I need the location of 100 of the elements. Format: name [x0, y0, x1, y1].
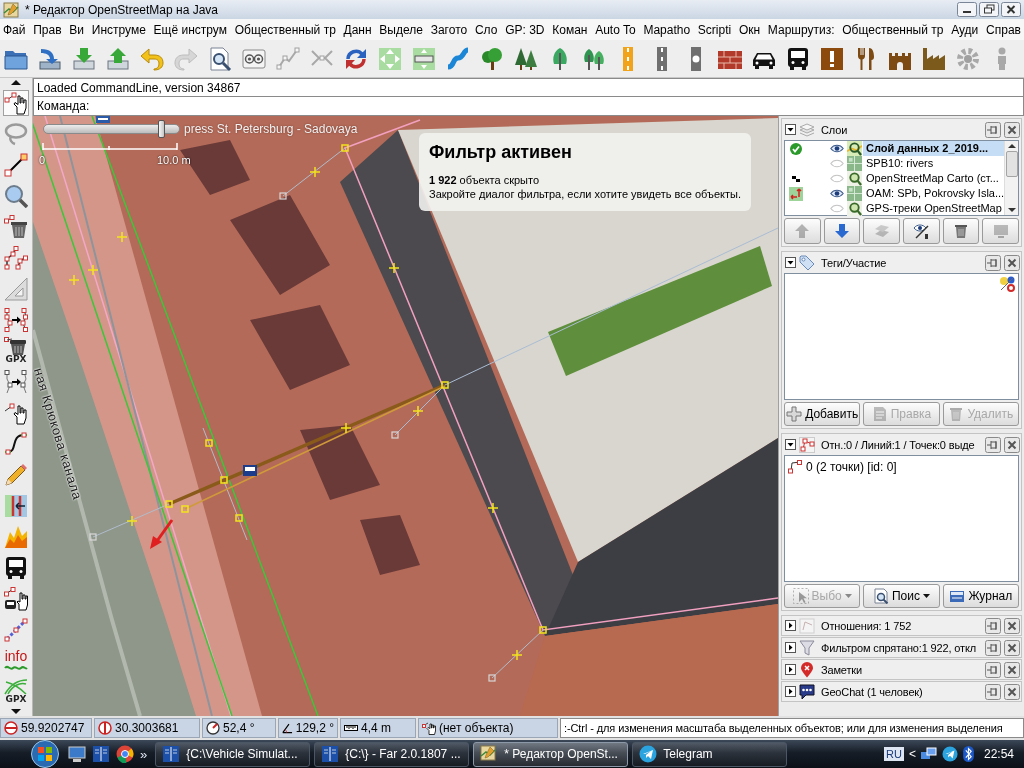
menu-item[interactable]: Коман	[552, 22, 588, 37]
taskbar-button[interactable]: {C:\Vehicle Simulat...	[155, 741, 311, 767]
scrollbar[interactable]	[1004, 141, 1018, 215]
pin-icon[interactable]	[985, 617, 1001, 634]
magnifier-icon[interactable]	[4, 183, 28, 208]
curve-icon[interactable]	[4, 431, 28, 456]
panel-button[interactable]: Поис	[863, 584, 940, 608]
hand-nodes-icon[interactable]	[4, 90, 28, 115]
menu-item[interactable]: Выделе	[379, 22, 423, 37]
restore-icon[interactable]	[979, 2, 999, 17]
menu-item[interactable]: Mapatho	[643, 22, 691, 37]
river-icon[interactable]	[446, 46, 470, 71]
align-icon[interactable]	[4, 493, 28, 518]
exclamation-icon[interactable]	[820, 46, 844, 71]
menu-item[interactable]: Справ	[986, 22, 1021, 37]
mountain-chart-icon[interactable]	[4, 524, 28, 549]
slider-thumb[interactable]	[158, 120, 166, 138]
shapes-icon[interactable]	[999, 276, 1015, 292]
nodes-arrow-icon[interactable]	[4, 369, 28, 394]
trash-icon[interactable]	[4, 214, 28, 239]
menu-item[interactable]: GP: 3D	[505, 22, 545, 37]
tile-bar-icon[interactable]	[412, 46, 436, 71]
taskbar-button[interactable]: Telegram	[632, 741, 788, 767]
selection-item[interactable]: 0 (2 точки) [id: 0]	[806, 460, 897, 474]
paper-plane-icon[interactable]	[941, 746, 958, 762]
bus-icon[interactable]	[786, 46, 810, 71]
upload-icon[interactable]	[106, 46, 130, 71]
menu-item[interactable]: Общественный тр	[234, 22, 336, 37]
dashed-line-icon[interactable]	[4, 617, 28, 642]
close-icon[interactable]	[1004, 436, 1020, 453]
layer-name[interactable]: SPB10: rivers	[863, 156, 1005, 171]
eye-icon[interactable]	[830, 144, 844, 153]
layer-button[interactable]	[903, 218, 940, 244]
node-line-icon[interactable]	[4, 152, 28, 177]
pin-icon[interactable]	[985, 121, 1001, 138]
pin-icon[interactable]	[985, 436, 1001, 453]
triangle-ruler-icon[interactable]	[4, 276, 28, 301]
menu-item[interactable]: Фай	[3, 22, 26, 37]
taskbar-button[interactable]: {C:\} - Far 2.0.1807 ...	[314, 741, 470, 767]
tool-button[interactable]: GPX	[1, 335, 31, 366]
eye-icon[interactable]	[830, 189, 844, 198]
download-icon[interactable]	[72, 46, 96, 71]
layer-name[interactable]: Слой данных 2_2019...	[863, 141, 1005, 156]
minimize-icon[interactable]	[957, 2, 977, 17]
scroll-up-icon[interactable]	[1007, 144, 1016, 148]
menu-item[interactable]: Данн	[343, 22, 372, 37]
pin-icon[interactable]	[985, 254, 1001, 271]
menu-item[interactable]: Ви	[69, 22, 85, 37]
menu-item[interactable]: Маршрутиз:	[767, 22, 835, 37]
layer-name[interactable]: GPS-треки OpenStreetMap	[863, 201, 1005, 216]
close-icon[interactable]	[1004, 254, 1020, 271]
bus-hand-icon[interactable]	[4, 586, 28, 611]
nodes-arrow-icon[interactable]	[4, 307, 28, 332]
layer-name[interactable]: OAM: SPb, Pokrovsky Isla...	[863, 186, 1005, 201]
menu-item[interactable]: Ещё инструм	[153, 22, 227, 37]
two-circles-icon[interactable]	[242, 46, 266, 71]
tool-button[interactable]: info	[1, 648, 31, 673]
trees-icon[interactable]	[582, 46, 606, 71]
menu-item[interactable]: Auto To	[595, 22, 636, 37]
close-icon[interactable]	[1004, 683, 1020, 700]
panel-button[interactable]: Добавить	[784, 402, 861, 426]
command-field[interactable]: Команда:	[33, 97, 1024, 116]
hand-node-icon[interactable]	[4, 400, 28, 425]
menu-item[interactable]: Сло	[474, 22, 498, 37]
menu-item[interactable]: Ауди	[951, 22, 979, 37]
close-icon[interactable]	[1004, 639, 1020, 656]
close-icon[interactable]	[1004, 121, 1020, 138]
scroll-down-icon[interactable]	[11, 709, 21, 714]
circular-arrows-icon[interactable]	[344, 46, 368, 71]
pin-icon[interactable]	[985, 661, 1001, 678]
book-icon[interactable]	[92, 745, 110, 763]
document-magnifier-icon[interactable]	[208, 46, 232, 71]
menu-item[interactable]: Прав	[33, 22, 62, 37]
pin-icon[interactable]	[985, 639, 1001, 656]
scroll-thumb[interactable]	[1005, 151, 1018, 177]
menu-item[interactable]: Инструме	[91, 22, 146, 37]
tool-button[interactable]: GPX	[1, 677, 31, 706]
start-orb-icon[interactable]	[30, 740, 60, 768]
desktop-icon[interactable]	[68, 745, 86, 763]
conifer-trees-icon[interactable]	[514, 46, 538, 71]
menu-item[interactable]: Общественный тр	[842, 22, 944, 37]
close-icon[interactable]	[1001, 2, 1021, 17]
layer-button[interactable]	[942, 218, 980, 244]
factory-icon[interactable]	[922, 46, 946, 71]
close-icon[interactable]	[1004, 661, 1020, 678]
bluetooth-icon[interactable]	[962, 746, 974, 762]
close-icon[interactable]	[1004, 617, 1020, 634]
panel-button[interactable]: Журнал	[942, 584, 1019, 608]
taskbar-button[interactable]: * Редактор OpenSt...	[473, 741, 629, 767]
browser-icon[interactable]	[116, 745, 134, 763]
tray-arrow-icon[interactable]	[38, 46, 62, 71]
menu-item[interactable]: Загото	[430, 22, 468, 37]
more-chevron[interactable]: »	[140, 746, 148, 762]
tray-toggle[interactable]: <	[908, 747, 916, 761]
pencil-icon[interactable]	[4, 462, 28, 487]
scroll-down-icon[interactable]	[1007, 208, 1016, 212]
pin-icon[interactable]	[985, 683, 1001, 700]
language-indicator[interactable]: RU	[884, 747, 904, 761]
nodes-icon[interactable]	[4, 245, 28, 270]
scroll-up-icon[interactable]	[11, 80, 21, 85]
